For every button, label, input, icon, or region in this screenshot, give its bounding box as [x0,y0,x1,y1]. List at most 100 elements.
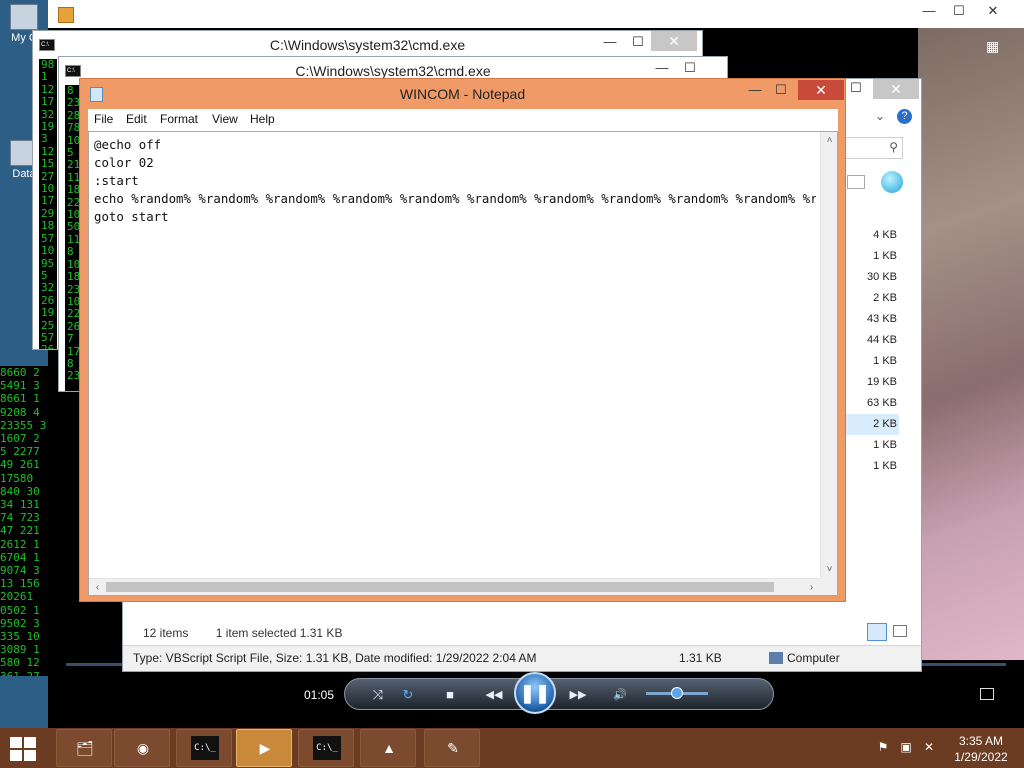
file-explorer-icon: 🗂 [76,740,94,756]
taskbar-item-cmd-1[interactable]: C:\_ [176,729,232,767]
maximize-button[interactable]: ☐ [946,2,972,20]
file-size-cell[interactable]: 1 KB [845,456,899,477]
menu-help[interactable]: Help [250,112,275,126]
file-size-cell[interactable]: 44 KB [845,330,899,351]
taskbar-item-paint-app[interactable]: ▲ [360,729,416,767]
minimize-button[interactable]: — [597,33,623,51]
scroll-left-icon[interactable]: ‹ [89,579,106,596]
notepad-icon: ✎ [447,740,459,756]
repeat-button[interactable]: ↻ [397,685,419,705]
minimize-button[interactable]: — [649,59,675,77]
pause-button[interactable]: ❚❚ [514,672,556,714]
cmd-1-icon: C:\_ [191,736,219,760]
horizontal-scroll-thumb[interactable] [106,582,774,592]
close-button[interactable]: ✕ [873,79,919,99]
location: Computer [787,651,840,665]
scroll-down-icon[interactable]: ˅ [821,561,838,578]
taskbar: 🗂 ◉ C:\_ ▶ C:\_ ▲ ✎ ⚑ ▣ ✕ 3:35 AM 1/29/2022 [0,728,1024,768]
menu-file[interactable]: File [94,112,113,126]
switch-view-icon[interactable]: ▦ [986,38,1006,56]
maximize-button[interactable]: ☐ [625,33,651,51]
details-bar: Type: VBScript Script File, Size: 1.31 K… [123,645,921,671]
system-clock[interactable]: 3:35 AM 1/29/2022 [946,733,1016,765]
chevron-down-icon[interactable]: ⌄ [875,109,885,123]
file-size: 1.31 KB [679,651,722,665]
media-player-icon: ▶ [259,740,271,756]
file-size-cell[interactable]: 4 KB [845,225,899,246]
taskbar-item-cmd-2[interactable]: C:\_ [298,729,354,767]
clock-time: 3:35 AM [958,734,1004,748]
volume-muted-icon[interactable]: ✕ [920,740,938,756]
computer-icon [769,652,783,664]
file-size-column: 4 KB 1 KB 30 KB 2 KB 43 KB 44 KB 1 KB 19 KB 63 K… [845,225,899,477]
stop-button[interactable]: ■ [439,685,461,705]
help-icon[interactable]: ? [897,109,912,124]
network-icon[interactable]: ▣ [897,740,915,756]
file-size-cell[interactable]: 19 KB [845,372,899,393]
start-button[interactable] [10,737,38,761]
paint-app-icon: ▲ [382,740,396,756]
close-button[interactable]: ✕ [980,2,1006,20]
close-button[interactable]: ✕ [651,31,697,51]
preview-pane-icon[interactable] [847,175,865,189]
taskbar-item-file-explorer[interactable]: 🗂 [56,729,112,767]
taskbar-item-notepad[interactable]: ✎ [424,729,480,767]
selection-info: 1 item selected 1.31 KB [215,626,343,640]
minimize-button[interactable]: — [916,2,942,20]
taskbar-item-chrome[interactable]: ◉ [114,729,170,767]
file-size-cell[interactable]: 30 KB [845,267,899,288]
matrix-console-output: 8660 2 5491 3 8661 1 9208 4 23355 3 1607… [0,366,50,676]
volume-button[interactable]: 🔊 [609,685,631,705]
shuffle-button[interactable]: ⤨ [367,685,389,705]
cmd-titlebar[interactable]: C:\ C:\Windows\system32\cmd.exe — ☐ ✕ [33,31,702,59]
minimize-button[interactable]: — [742,81,768,99]
volume-knob[interactable] [671,687,683,699]
menu-bar: File Edit Format View Help [88,109,838,131]
vertical-scrollbar[interactable]: ˄ ˅ [820,132,837,578]
file-size-cell[interactable]: 1 KB [845,351,899,372]
horizontal-scrollbar[interactable]: ‹ › [89,578,820,595]
media-player-titlebar[interactable]: — ☐ ✕ [48,0,1024,28]
menu-view[interactable]: View [212,112,238,126]
editor-content[interactable]: @echo off color 02 :start echo %random% … [94,136,816,576]
video-area[interactable] [918,28,1024,678]
menu-format[interactable]: Format [160,112,198,126]
network-icon[interactable] [881,171,903,193]
scroll-up-icon[interactable]: ˄ [821,132,838,149]
computer-icon [10,4,38,30]
maximize-button[interactable]: ☐ [843,79,869,97]
file-size-cell[interactable]: 43 KB [845,309,899,330]
notepad-window: WINCOM - Notepad — ☐ ✕ File Edit Format … [79,78,846,602]
fast-forward-button[interactable]: ▶▶ [561,685,595,705]
search-icon: ⚲ [889,140,898,154]
windows-logo-icon [10,737,22,748]
taskbar-item-media-player[interactable]: ▶ [236,729,292,767]
file-size-cell[interactable]: 2 KB [845,414,899,435]
file-size-cell[interactable]: 2 KB [845,288,899,309]
file-size-cell[interactable]: 1 KB [845,435,899,456]
maximize-button[interactable]: ☐ [677,59,703,77]
clock-date: 1/29/2022 [954,750,1008,764]
file-size-cell[interactable]: 63 KB [845,393,899,414]
rewind-button[interactable]: ◀◀ [477,685,511,705]
media-player-icon [58,7,74,23]
notepad-titlebar[interactable]: WINCOM - Notepad — ☐ ✕ [80,79,845,109]
thumbnails-view-icon[interactable] [893,625,907,637]
maximize-button[interactable]: ☐ [768,81,794,99]
cmd-2-icon: C:\_ [313,736,341,760]
elapsed-time: 01:05 [304,688,335,702]
chrome-icon: ◉ [136,740,150,756]
cmd-output: 98 1 12 17 32 19 3 12 15 27 10 17 29 18 … [39,59,57,349]
file-size-cell[interactable]: 1 KB [845,246,899,267]
details-view-icon[interactable] [867,623,887,641]
close-button[interactable]: ✕ [798,80,844,100]
scroll-right-icon[interactable]: › [803,579,820,596]
text-editor[interactable]: @echo off color 02 :start echo %random% … [88,131,838,596]
controls-pill: ⤨ ↻ ■ ◀◀ ▶▶ 🔊 [344,678,774,710]
cmd-title: C:\Windows\system32\cmd.exe [295,63,491,79]
search-box[interactable]: ⚲ [845,137,903,159]
fullscreen-icon[interactable] [980,688,994,700]
action-center-flag-icon[interactable]: ⚑ [874,740,892,756]
explorer-status-bar: 12 items 1 item selected 1.31 KB [143,626,366,640]
menu-edit[interactable]: Edit [126,112,147,126]
